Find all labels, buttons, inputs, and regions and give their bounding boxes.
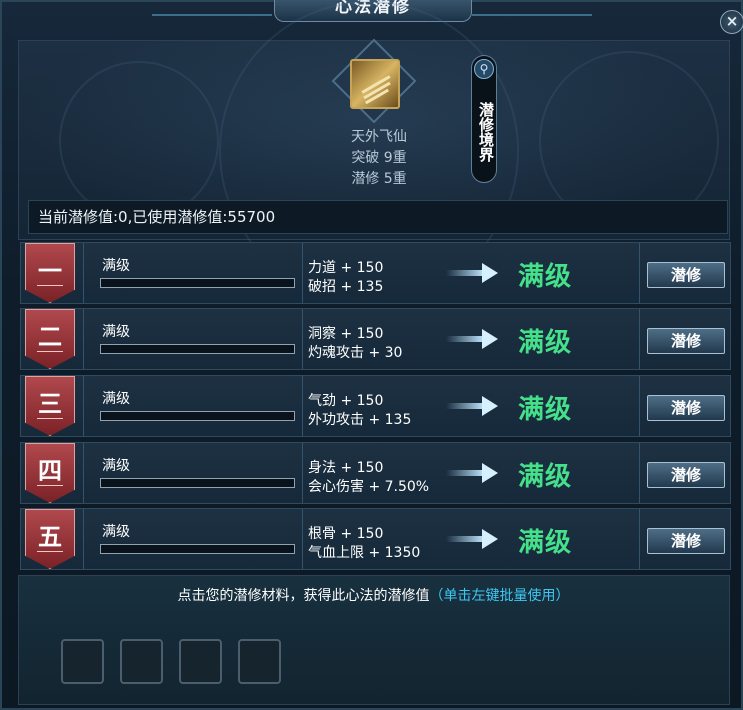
cultivation-row: 五 满级 根骨 + 150 气血上限 + 1350 满级 潜修 bbox=[20, 508, 731, 570]
rank-numeral: 三 bbox=[38, 389, 62, 418]
rank-numeral: 一 bbox=[38, 256, 62, 285]
material-hint-text: 点击您的潜修材料，获得此心法的潜修值 bbox=[177, 588, 430, 604]
material-slot[interactable] bbox=[61, 639, 104, 684]
progress-bar bbox=[100, 544, 295, 554]
cultivate-button[interactable]: 潜修 bbox=[647, 462, 725, 488]
rank-badge: 二 bbox=[25, 309, 75, 369]
cultivate-button[interactable]: 潜修 bbox=[647, 528, 725, 554]
stat-primary: 根骨 + 150 bbox=[308, 526, 384, 542]
stat-secondary: 外功攻击 + 135 bbox=[308, 412, 412, 428]
max-level-text: 满级 bbox=[518, 462, 573, 492]
row-status: 满级 bbox=[102, 391, 130, 407]
max-level-text: 满级 bbox=[518, 328, 573, 358]
cultivate-button[interactable]: 潜修 bbox=[647, 328, 725, 354]
arrow-right-icon bbox=[446, 329, 498, 349]
material-slot[interactable] bbox=[120, 639, 163, 684]
cultivation-row: 二 满级 洞察 + 150 灼魂攻击 + 30 满级 潜修 bbox=[20, 308, 731, 370]
skill-name: 天外飞仙 bbox=[351, 129, 407, 145]
arrow-right-icon bbox=[446, 396, 498, 416]
rank-badge: 五 bbox=[25, 509, 75, 569]
title-decoration-right bbox=[472, 2, 592, 16]
book-icon[interactable] bbox=[350, 59, 400, 109]
cultivation-window: 心法潜修 × 天外飞仙 突破 9重 潜修 5重 ⚲ 潜修境界 当前潜修值:0,已… bbox=[0, 0, 743, 710]
stat-secondary: 灼魂攻击 + 30 bbox=[308, 345, 403, 361]
rank-numeral: 五 bbox=[38, 522, 62, 551]
rank-badge: 一 bbox=[25, 243, 75, 303]
stat-primary: 洞察 + 150 bbox=[308, 326, 384, 342]
material-slot[interactable] bbox=[238, 639, 281, 684]
arrow-right-icon bbox=[446, 529, 498, 549]
close-button[interactable]: × bbox=[720, 10, 743, 34]
max-level-text: 满级 bbox=[518, 528, 573, 558]
progress-bar bbox=[100, 411, 295, 421]
cultivation-row: 四 满级 身法 + 150 会心伤害 + 7.50% 满级 潜修 bbox=[20, 442, 731, 504]
cultivation-row: 三 满级 气劲 + 150 外功攻击 + 135 满级 潜修 bbox=[20, 375, 731, 437]
batch-use-link[interactable]: （单击左键批量使用） bbox=[430, 588, 570, 604]
max-level-text: 满级 bbox=[518, 395, 573, 425]
arrow-right-icon bbox=[446, 263, 498, 283]
stat-secondary: 会心伤害 + 7.50% bbox=[308, 479, 430, 495]
progress-bar bbox=[100, 278, 295, 288]
cultivation-realm-button[interactable]: ⚲ 潜修境界 bbox=[471, 55, 497, 183]
rank-badge: 四 bbox=[25, 443, 75, 503]
cultivation-realm-label: 潜修境界 bbox=[477, 102, 495, 162]
row-status: 满级 bbox=[102, 258, 130, 274]
cultivate-button[interactable]: 潜修 bbox=[647, 262, 725, 288]
stat-secondary: 破招 + 135 bbox=[308, 279, 384, 295]
arrow-right-icon bbox=[446, 463, 498, 483]
progress-bar bbox=[100, 478, 295, 488]
rank-numeral: 四 bbox=[38, 456, 62, 485]
cultivation-points-info: 当前潜修值:0,已使用潜修值:55700 bbox=[28, 200, 728, 234]
rank-badge: 三 bbox=[25, 376, 75, 436]
max-level-text: 满级 bbox=[518, 262, 573, 292]
search-icon: ⚲ bbox=[474, 59, 494, 79]
rank-numeral: 二 bbox=[38, 322, 62, 351]
skill-cultivation-level: 潜修 5重 bbox=[351, 171, 407, 187]
stat-primary: 力道 + 150 bbox=[308, 260, 384, 276]
progress-bar bbox=[100, 344, 295, 354]
skill-breakthrough: 突破 9重 bbox=[351, 150, 407, 166]
cultivation-row: 一 满级 力道 + 150 破招 + 135 满级 潜修 bbox=[20, 242, 731, 304]
row-status: 满级 bbox=[102, 458, 130, 474]
stat-primary: 气劲 + 150 bbox=[308, 393, 384, 409]
title-decoration-left bbox=[152, 2, 272, 16]
stat-secondary: 气血上限 + 1350 bbox=[308, 545, 421, 561]
row-status: 满级 bbox=[102, 324, 130, 340]
row-status: 满级 bbox=[102, 524, 130, 540]
stat-primary: 身法 + 150 bbox=[308, 460, 384, 476]
cultivate-button[interactable]: 潜修 bbox=[647, 395, 725, 421]
material-hint: 点击您的潜修材料，获得此心法的潜修值（单击左键批量使用） bbox=[2, 585, 743, 605]
background-swirl bbox=[59, 61, 219, 221]
material-slot[interactable] bbox=[179, 639, 222, 684]
